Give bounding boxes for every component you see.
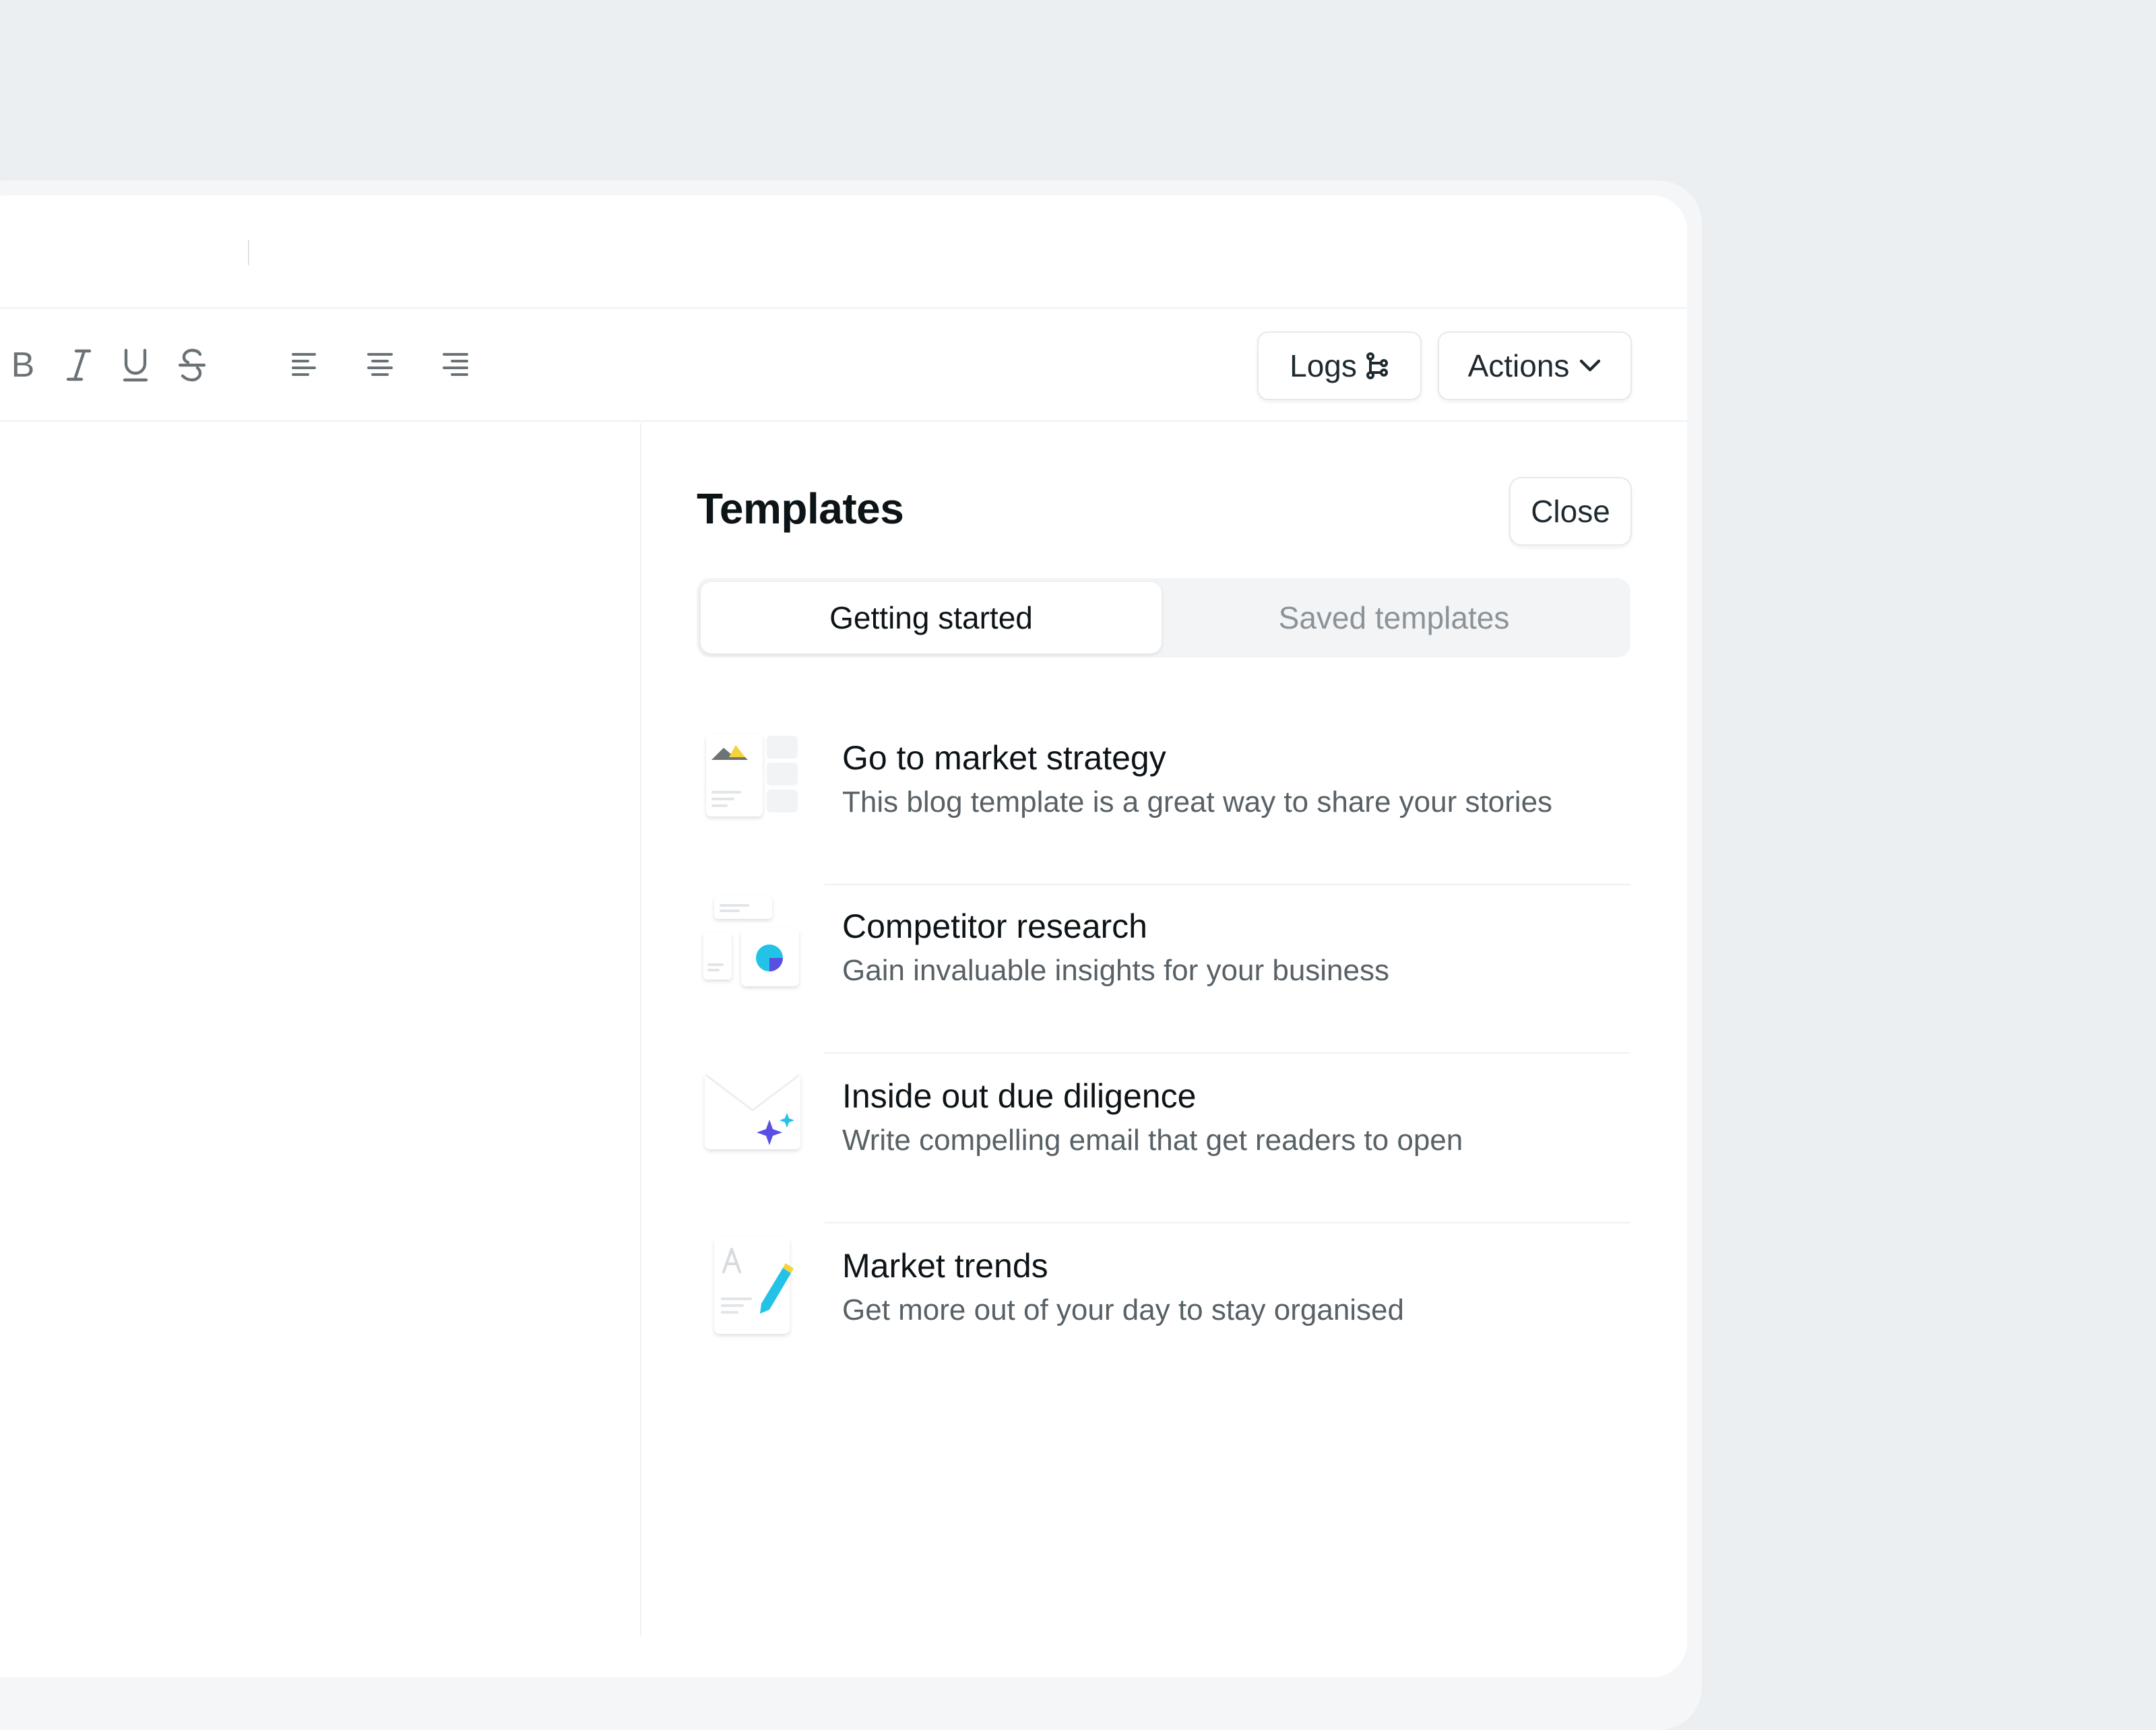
underline-button[interactable] [117,309,154,422]
tab-saved-templates[interactable]: Saved templates [1162,582,1626,653]
align-right-button[interactable] [439,309,472,422]
align-left-icon [292,353,316,376]
item-divider [825,1222,1630,1223]
underline-icon [123,348,148,382]
actions-label: Actions [1467,348,1570,383]
branch-icon [1366,352,1388,379]
template-title: Inside out due diligence [842,1077,1197,1115]
actions-button[interactable]: Actions [1438,331,1632,400]
logs-button[interactable]: Logs [1257,331,1422,400]
template-item[interactable]: Inside out due diligence Write compellin… [697,1063,1630,1225]
template-description: Write compelling email that get readers … [842,1124,1463,1157]
template-item[interactable]: Go to market strategy This blog template… [697,725,1630,887]
italic-icon [66,349,92,381]
strikethrough-icon [178,348,206,382]
item-divider [825,1052,1630,1054]
logs-label: Logs [1290,348,1357,383]
panel-divider [640,423,641,1636]
toolbar-separator [248,240,249,265]
window-top-bar [0,195,1687,309]
align-center-icon [367,353,393,376]
align-center-button[interactable] [364,309,396,422]
template-description: Gain invaluable insights for your busine… [842,954,1390,987]
document-pencil-icon [714,1237,794,1334]
template-title: Go to market strategy [842,739,1166,777]
bold-button[interactable]: B [7,309,39,422]
template-item[interactable]: Market trends Get more out of your day t… [697,1233,1630,1395]
italic-button[interactable] [61,309,97,422]
template-description: Get more out of your day to stay organis… [842,1293,1405,1326]
bold-icon: B [11,346,35,385]
template-title: Competitor research [842,907,1147,945]
tab-getting-started[interactable]: Getting started [701,582,1162,653]
align-left-button[interactable] [288,309,321,422]
template-tabs: Getting started Saved templates [697,578,1630,658]
template-description: This blog template is a great way to sha… [842,786,1553,819]
chevron-down-icon [1580,359,1601,372]
align-right-icon [443,353,468,376]
close-button[interactable]: Close [1509,477,1632,546]
research-chart-icon [703,896,799,986]
strikethrough-button[interactable] [174,309,210,422]
item-divider [825,884,1630,885]
panel-title: Templates [697,484,904,533]
email-sparkle-icon [705,1072,800,1149]
blog-template-icon [706,734,798,816]
template-item[interactable]: Competitor research Gain invaluable insi… [697,893,1630,1055]
editor-toolbar [0,309,1687,422]
template-title: Market trends [842,1247,1048,1285]
